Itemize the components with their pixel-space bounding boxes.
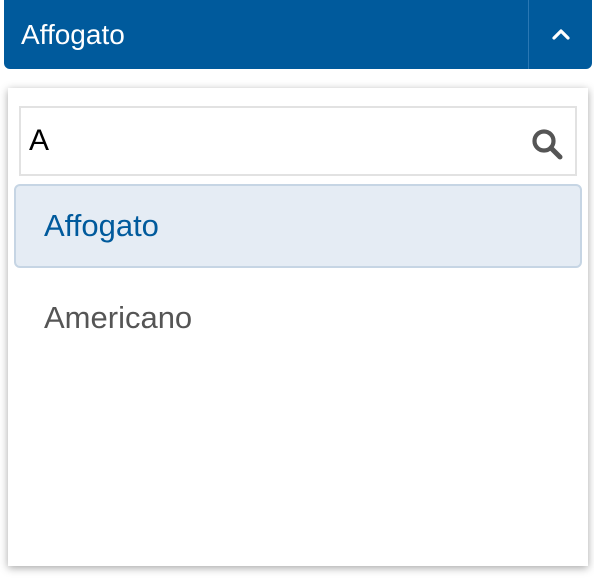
chevron-up-icon <box>552 29 570 40</box>
option-label: Affogato <box>44 208 159 243</box>
option-label: Americano <box>44 300 193 335</box>
search-icon[interactable] <box>530 127 564 161</box>
dropdown-popup: Affogato Americano <box>8 88 588 566</box>
coffee-combobox[interactable]: Affogato <box>4 0 592 69</box>
combobox-selected-value: Affogato <box>21 19 125 50</box>
combobox-toggle-button[interactable] <box>529 0 592 69</box>
search-box <box>19 106 577 176</box>
option-affogato[interactable]: Affogato <box>14 184 582 268</box>
option-americano[interactable]: Americano <box>14 276 582 360</box>
search-input[interactable] <box>29 118 519 164</box>
